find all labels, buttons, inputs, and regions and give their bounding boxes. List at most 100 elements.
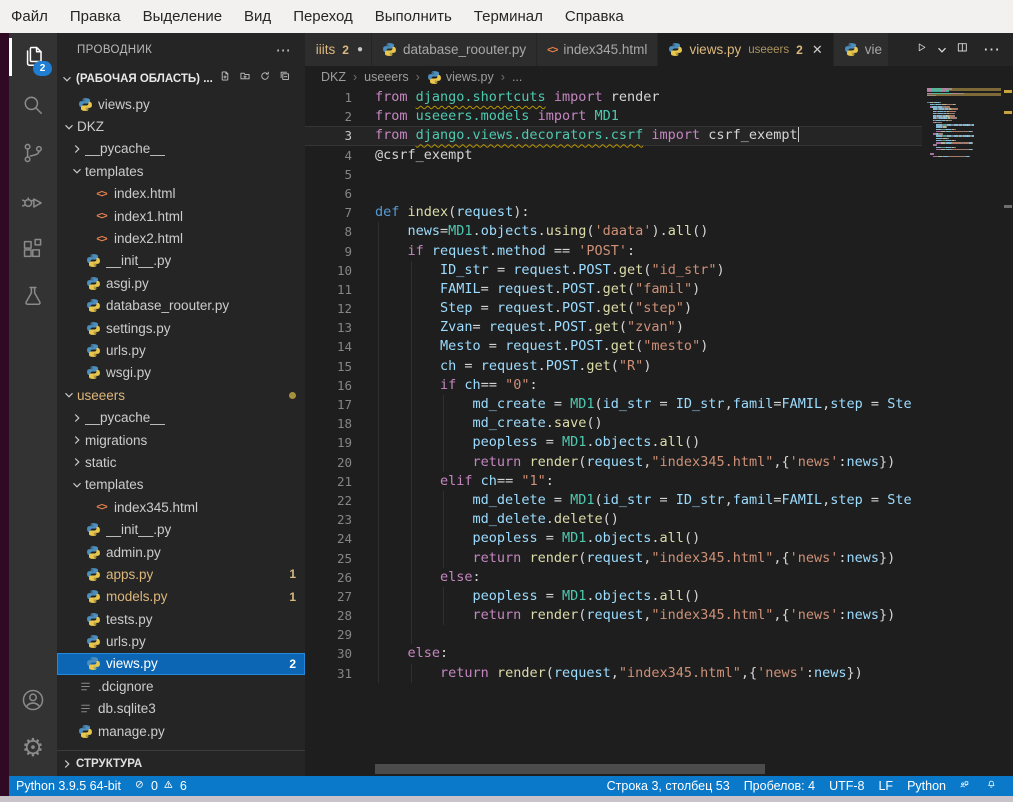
- code-line-8[interactable]: 8 news=MD1.objects.using('daata').all(): [305, 222, 922, 241]
- tree-item-useeers[interactable]: useeers: [57, 384, 305, 406]
- breadcrumb-item-DKZ[interactable]: DKZ: [321, 70, 346, 84]
- tree-item-__init__.py[interactable]: __init__.py: [57, 250, 305, 272]
- breadcrumb-item-...[interactable]: ...: [512, 70, 522, 84]
- menu-6[interactable]: Терминал: [463, 0, 554, 33]
- tree-item-urls.py[interactable]: urls.py: [57, 339, 305, 361]
- code-line-14[interactable]: 14 Mesto = request.POST.get("mesto"): [305, 337, 922, 356]
- code-line-2[interactable]: 2from useeers.models import MD1: [305, 107, 922, 126]
- tree-item-admin.py[interactable]: admin.py: [57, 541, 305, 563]
- code-line-7[interactable]: 7def index(request):: [305, 203, 922, 222]
- split-editor-button[interactable]: [952, 33, 978, 66]
- overview-ruler[interactable]: [1002, 33, 1013, 776]
- tree-item-index1.html[interactable]: <>index1.html: [57, 205, 305, 227]
- tree-item-wsgi.py[interactable]: wsgi.py: [57, 362, 305, 384]
- code-line-13[interactable]: 13 Zvan= request.POST.get("zvan"): [305, 318, 922, 337]
- code-line-20[interactable]: 20 return render(request,"index345.html"…: [305, 453, 922, 472]
- tree-item-database_roouter.py[interactable]: database_roouter.py: [57, 295, 305, 317]
- breadcrumb-item-views.py[interactable]: views.py: [427, 70, 494, 85]
- code-line-17[interactable]: 17 md_create = MD1(id_str = ID_str,famil…: [305, 395, 922, 414]
- code-line-19[interactable]: 19 peopless = MD1.objects.all(): [305, 433, 922, 452]
- new-file-icon[interactable]: [217, 69, 237, 89]
- code-line-5[interactable]: 5: [305, 165, 922, 184]
- breadcrumb-item-useeers[interactable]: useeers: [364, 70, 408, 84]
- code-line-16[interactable]: 16 if ch== "0":: [305, 376, 922, 395]
- tree-item-views.py[interactable]: views.py2: [57, 653, 305, 675]
- python-version[interactable]: Python 3.9.5 64-bit: [9, 776, 128, 796]
- tab-iiits[interactable]: iiits2●: [305, 33, 371, 66]
- tree-item-apps.py[interactable]: apps.py1: [57, 563, 305, 585]
- code-line-4[interactable]: 4@csrf_exempt: [305, 146, 922, 165]
- activity-run-debug[interactable]: [9, 177, 57, 225]
- activity-explorer[interactable]: 2: [9, 33, 57, 81]
- tab-views.py[interactable]: views.pyuseeers2✕: [658, 33, 832, 66]
- tab-vie[interactable]: vie: [834, 33, 888, 66]
- tree-item-__pycache__[interactable]: __pycache__: [57, 406, 305, 428]
- tree-item-models.py[interactable]: models.py1: [57, 586, 305, 608]
- tree-item-urls.py[interactable]: urls.py: [57, 630, 305, 652]
- code-line-29[interactable]: 29: [305, 625, 922, 644]
- tree-item-manage.py[interactable]: manage.py: [57, 720, 305, 742]
- activity-account[interactable]: [9, 676, 57, 724]
- code-line-9[interactable]: 9 if request.method == 'POST':: [305, 242, 922, 261]
- tab-database_roouter.py[interactable]: database_roouter.py: [372, 33, 536, 66]
- code-line-25[interactable]: 25 return render(request,"index345.html"…: [305, 549, 922, 568]
- more-actions-button[interactable]: ⋯: [978, 33, 1005, 66]
- run-button[interactable]: [911, 33, 937, 66]
- close-icon[interactable]: ✕: [812, 42, 823, 58]
- tree-item-DKZ[interactable]: DKZ: [57, 115, 305, 137]
- code-line-26[interactable]: 26 else:: [305, 568, 922, 587]
- tree-item-__pycache__[interactable]: __pycache__: [57, 138, 305, 160]
- cursor-position[interactable]: Строка 3, столбец 53: [600, 776, 737, 796]
- code-line-30[interactable]: 30 else:: [305, 644, 922, 663]
- activity-source-control[interactable]: [9, 129, 57, 177]
- activity-settings-gear[interactable]: ⚙: [9, 724, 57, 772]
- code-line-31[interactable]: 31 return render(request,"index345.html"…: [305, 664, 922, 683]
- tree-item-index.html[interactable]: <>index.html: [57, 183, 305, 205]
- tree-item-index345.html[interactable]: <>index345.html: [57, 496, 305, 518]
- tree-item-templates[interactable]: templates: [57, 160, 305, 182]
- code-line-24[interactable]: 24 peopless = MD1.objects.all(): [305, 529, 922, 548]
- tree-item-__init__.py[interactable]: __init__.py: [57, 518, 305, 540]
- tree-item-static[interactable]: static: [57, 451, 305, 473]
- code-area[interactable]: 1from django.shortcuts import render2fro…: [305, 88, 922, 776]
- tree-item-migrations[interactable]: migrations: [57, 429, 305, 451]
- menu-1[interactable]: Правка: [59, 0, 132, 33]
- sidebar-more-actions-icon[interactable]: ⋯: [276, 41, 291, 59]
- bell-button[interactable]: [980, 776, 1007, 796]
- code-line-27[interactable]: 27 peopless = MD1.objects.all(): [305, 587, 922, 606]
- menu-2[interactable]: Выделение: [132, 0, 233, 33]
- new-folder-icon[interactable]: [237, 69, 257, 89]
- code-line-15[interactable]: 15 ch = request.POST.get("R"): [305, 357, 922, 376]
- eol[interactable]: LF: [871, 776, 900, 796]
- code-line-10[interactable]: 10 ID_str = request.POST.get("id_str"): [305, 261, 922, 280]
- problems-status[interactable]: 06: [128, 776, 200, 796]
- code-line-6[interactable]: 6: [305, 184, 922, 203]
- code-line-11[interactable]: 11 FAMIL= request.POST.get("famil"): [305, 280, 922, 299]
- activity-search[interactable]: [9, 81, 57, 129]
- minimap[interactable]: [927, 88, 1001, 776]
- tree-item-index2.html[interactable]: <>index2.html: [57, 227, 305, 249]
- code-line-23[interactable]: 23 md_delete.delete(): [305, 510, 922, 529]
- code-line-21[interactable]: 21 elif ch== "1":: [305, 472, 922, 491]
- collapse-all-icon[interactable]: [277, 69, 297, 89]
- tree-item-.dcignore[interactable]: .dcignore: [57, 675, 305, 697]
- encoding[interactable]: UTF-8: [822, 776, 871, 796]
- code-line-28[interactable]: 28 return render(request,"index345.html"…: [305, 606, 922, 625]
- menu-7[interactable]: Справка: [554, 0, 635, 33]
- activity-testing[interactable]: [9, 273, 57, 321]
- code-line-1[interactable]: 1from django.shortcuts import render: [305, 88, 922, 107]
- code-line-3[interactable]: 3from django.views.decorators.csrf impor…: [305, 126, 922, 145]
- tree-item-settings.py[interactable]: settings.py: [57, 317, 305, 339]
- language-mode[interactable]: Python: [900, 776, 953, 796]
- tab-index345.html[interactable]: <>index345.html: [537, 33, 657, 66]
- horizontal-scrollbar[interactable]: [375, 764, 765, 774]
- workspace-section-header[interactable]: (РАБОЧАЯ ОБЛАСТЬ) ...: [57, 67, 305, 90]
- run-dropdown[interactable]: [937, 33, 952, 66]
- feedback-button[interactable]: [953, 776, 980, 796]
- menu-3[interactable]: Вид: [233, 0, 282, 33]
- code-line-12[interactable]: 12 Step = request.POST.get("step"): [305, 299, 922, 318]
- tree-item-views.py[interactable]: views.py: [57, 93, 305, 115]
- tree-item-asgi.py[interactable]: asgi.py: [57, 272, 305, 294]
- refresh-icon[interactable]: [257, 69, 277, 89]
- outline-section-header[interactable]: СТРУКТУРА: [57, 750, 305, 776]
